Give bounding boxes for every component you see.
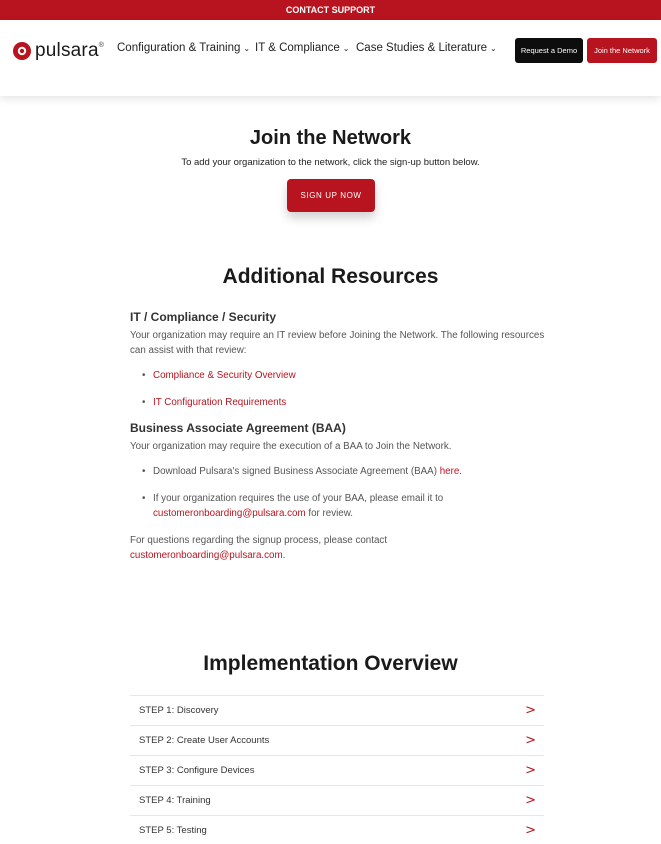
list-item: IT Configuration Requirements bbox=[142, 395, 550, 410]
baa-text: Your organization may require the execut… bbox=[130, 441, 452, 452]
step-label: STEP 3: Configure Devices bbox=[139, 765, 255, 776]
nav-case-studies[interactable]: Case Studies & Literature ⌄ bbox=[356, 42, 497, 54]
chevron-down-icon: ⌄ bbox=[243, 44, 251, 53]
it-text: Your organization may require an IT revi… bbox=[130, 330, 545, 356]
chevron-right-icon: > bbox=[525, 793, 536, 808]
baa-email-suffix: for review. bbox=[305, 508, 353, 519]
sign-up-button[interactable]: SIGN UP NOW bbox=[287, 179, 375, 212]
onboarding-email-link[interactable]: customeronboarding@pulsara.com bbox=[153, 508, 306, 519]
step-testing[interactable]: STEP 5: Testing > bbox=[130, 815, 544, 844]
chevron-right-icon: > bbox=[525, 763, 536, 778]
baa-here-link[interactable]: here. bbox=[440, 466, 462, 477]
request-demo-button[interactable]: Request a Demo bbox=[515, 38, 583, 63]
list-item: If your organization requires the use of… bbox=[142, 491, 550, 521]
step-configure-devices[interactable]: STEP 3: Configure Devices > bbox=[130, 755, 544, 785]
contact-support-bar[interactable]: CONTACT SUPPORT bbox=[0, 0, 661, 20]
nav-it-compliance[interactable]: IT & Compliance ⌄ bbox=[255, 42, 350, 54]
chevron-right-icon: > bbox=[525, 703, 536, 718]
join-network-button[interactable]: Join the Network bbox=[587, 38, 657, 63]
nav-configuration-training[interactable]: Configuration & Training ⌄ bbox=[117, 42, 250, 54]
implementation-title: Implementation Overview bbox=[203, 652, 458, 675]
brand-name: pulsara bbox=[35, 40, 99, 61]
chevron-right-icon: > bbox=[525, 733, 536, 748]
join-title: Join the Network bbox=[249, 127, 412, 149]
chevron-right-icon: > bbox=[525, 823, 536, 838]
step-training[interactable]: STEP 4: Training > bbox=[130, 785, 544, 815]
baa-heading: Business Associate Agreement (BAA) bbox=[130, 421, 346, 435]
it-config-link[interactable]: IT Configuration Requirements bbox=[153, 397, 286, 408]
pulsara-logo-icon bbox=[13, 42, 31, 60]
join-text: To add your organization to the network,… bbox=[181, 157, 480, 168]
baa-email-text: If your organization requires the use of… bbox=[153, 493, 444, 504]
step-label: STEP 1: Discovery bbox=[139, 705, 219, 716]
compliance-security-link[interactable]: Compliance & Security Overview bbox=[153, 370, 296, 381]
step-label: STEP 5: Testing bbox=[139, 825, 207, 836]
list-item: Compliance & Security Overview bbox=[142, 368, 550, 383]
list-item: Download Pulsara's signed Business Assoc… bbox=[142, 464, 550, 479]
it-heading: IT / Compliance / Security bbox=[130, 310, 277, 324]
registered-mark: ® bbox=[98, 41, 104, 49]
step-create-user-accounts[interactable]: STEP 2: Create User Accounts > bbox=[130, 725, 544, 755]
baa-download-text: Download Pulsara's signed Business Assoc… bbox=[153, 466, 440, 477]
contact-email-link[interactable]: customeronboarding@pulsara.com. bbox=[130, 548, 550, 563]
it-links-list: Compliance & Security Overview IT Config… bbox=[142, 368, 550, 410]
resources-content: IT / Compliance / Security Your organiza… bbox=[130, 310, 550, 563]
chevron-down-icon: ⌄ bbox=[342, 44, 350, 53]
nav-label: IT & Compliance bbox=[255, 42, 340, 54]
baa-list: Download Pulsara's signed Business Assoc… bbox=[142, 464, 550, 521]
chevron-down-icon: ⌄ bbox=[490, 44, 497, 53]
resources-title: Additional Resources bbox=[222, 265, 439, 288]
nav-label: Case Studies & Literature bbox=[356, 42, 488, 54]
brand-logo[interactable]: pulsara ® bbox=[12, 40, 104, 62]
implementation-steps: STEP 1: Discovery > STEP 2: Create User … bbox=[130, 695, 544, 844]
step-label: STEP 2: Create User Accounts bbox=[139, 735, 270, 746]
contact-text: For questions regarding the signup proce… bbox=[130, 535, 388, 546]
step-label: STEP 4: Training bbox=[139, 795, 211, 806]
step-discovery[interactable]: STEP 1: Discovery > bbox=[130, 695, 544, 725]
site-header: pulsara ® Configuration & Training ⌄ IT … bbox=[0, 20, 661, 96]
nav-label: Configuration & Training bbox=[117, 42, 241, 54]
